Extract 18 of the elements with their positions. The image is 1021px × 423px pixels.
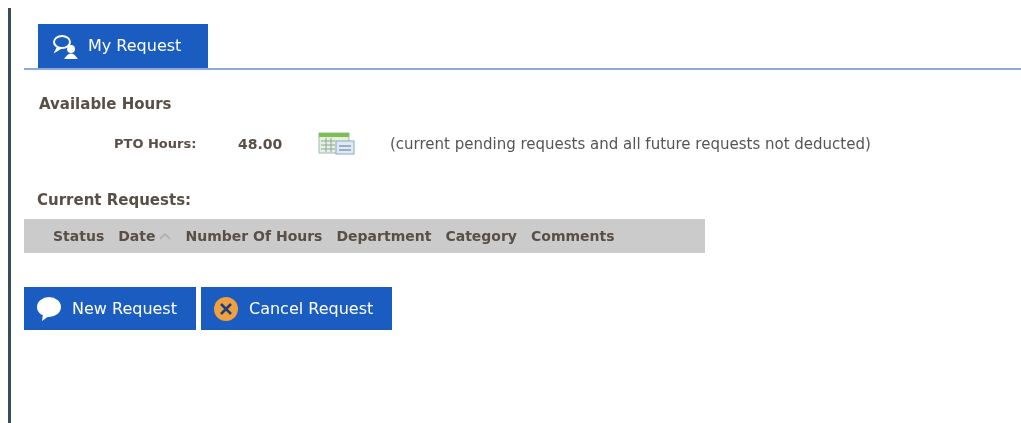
new-request-button[interactable]: New Request	[24, 287, 196, 330]
section-title: Available Hours	[39, 94, 172, 115]
column-header[interactable]: Number Of Hours	[185, 225, 323, 247]
cancel-icon	[213, 295, 239, 322]
column-header[interactable]: Status	[53, 225, 105, 247]
column-header[interactable]: Date	[118, 225, 172, 247]
section-title: Current Requests:	[36, 190, 192, 211]
column-header[interactable]: Category	[445, 225, 517, 247]
chat-user-icon	[52, 33, 78, 59]
cancel-request-button[interactable]: Cancel Request	[201, 287, 393, 330]
calendar-icon[interactable]	[318, 132, 356, 156]
note-text: (current pending requests and all future requests not deducted)	[390, 133, 871, 155]
field-value: 48.00	[238, 134, 284, 154]
my-request-tab[interactable]: My Request	[38, 24, 208, 68]
column-header[interactable]: Comments	[531, 225, 615, 247]
column-header[interactable]: Department	[336, 225, 432, 247]
speech-bubble-icon	[36, 295, 62, 322]
field-label: PTO Hours:	[114, 135, 198, 154]
